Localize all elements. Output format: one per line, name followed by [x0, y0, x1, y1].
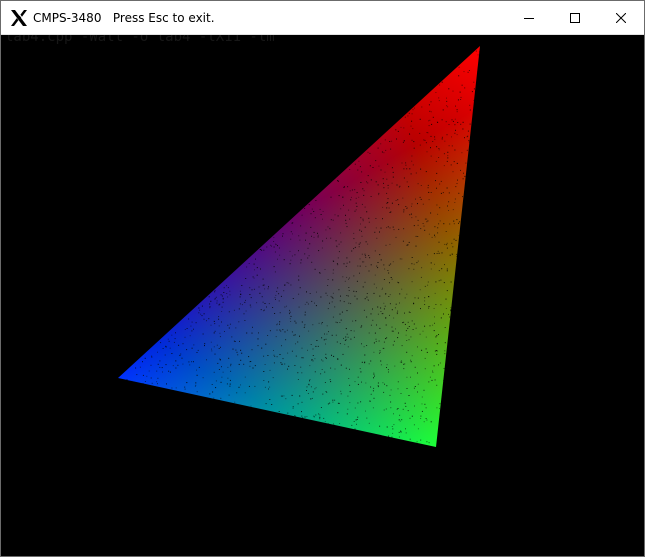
app-window: CMPS-3480 Press Esc to exit. lab4.cpp -W…: [0, 0, 645, 557]
minimize-button[interactable]: [506, 1, 552, 35]
background-ghost-text: lab4.cpp -Wall -o lab4 -lX11 -lm: [5, 35, 275, 45]
gradient-triangle: [118, 46, 480, 447]
minimize-icon: [524, 13, 534, 23]
triangle-scene: [118, 46, 480, 447]
close-icon: [616, 13, 626, 23]
close-button[interactable]: [598, 1, 644, 35]
maximize-icon: [570, 13, 580, 23]
maximize-button[interactable]: [552, 1, 598, 35]
render-canvas[interactable]: lab4.cpp -Wall -o lab4 -lX11 -lm: [1, 35, 644, 556]
title-bar[interactable]: CMPS-3480 Press Esc to exit.: [1, 1, 644, 35]
window-title: CMPS-3480 Press Esc to exit.: [33, 11, 215, 25]
x11-logo-icon: [10, 9, 28, 27]
